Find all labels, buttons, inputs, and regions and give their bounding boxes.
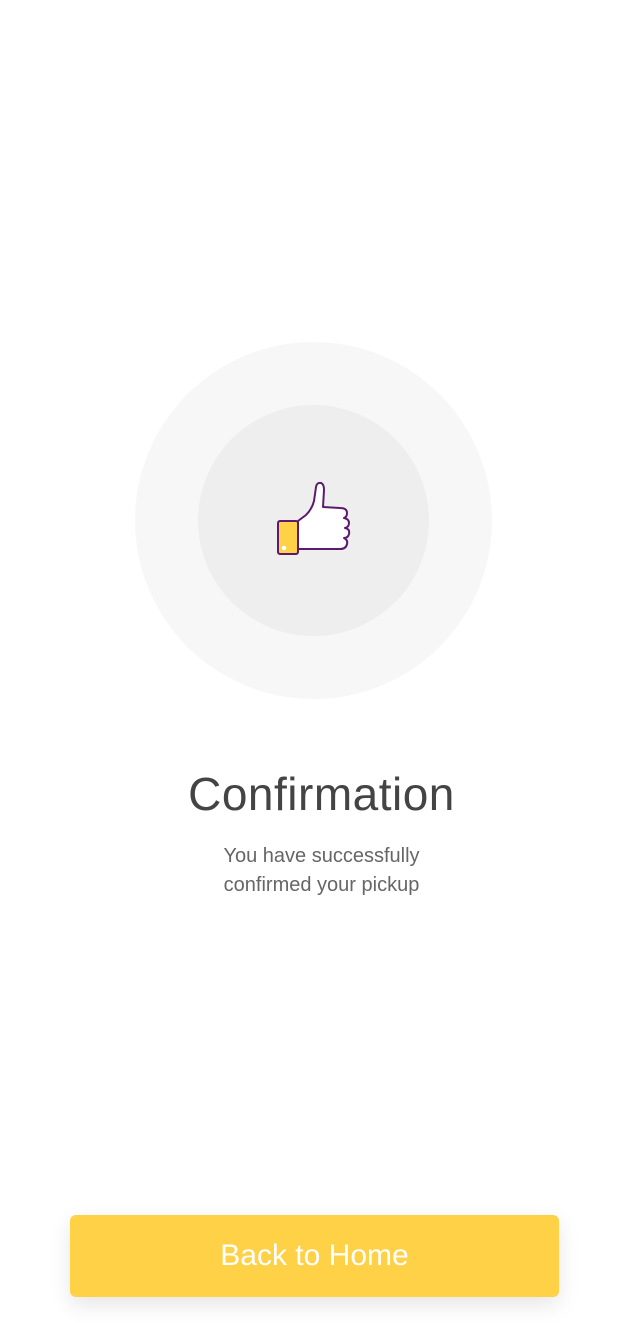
confirmation-message: You have successfully confirmed your pic…	[0, 842, 630, 900]
confirmation-message-line-1: You have successfully	[223, 845, 420, 867]
confirmation-title: Confirmation	[188, 768, 455, 820]
confirmation-message-line-2: confirmed your pickup	[223, 874, 420, 896]
back-to-home-button[interactable]: Back to Home	[70, 1215, 559, 1297]
thumbs-up-icon	[276, 481, 352, 561]
